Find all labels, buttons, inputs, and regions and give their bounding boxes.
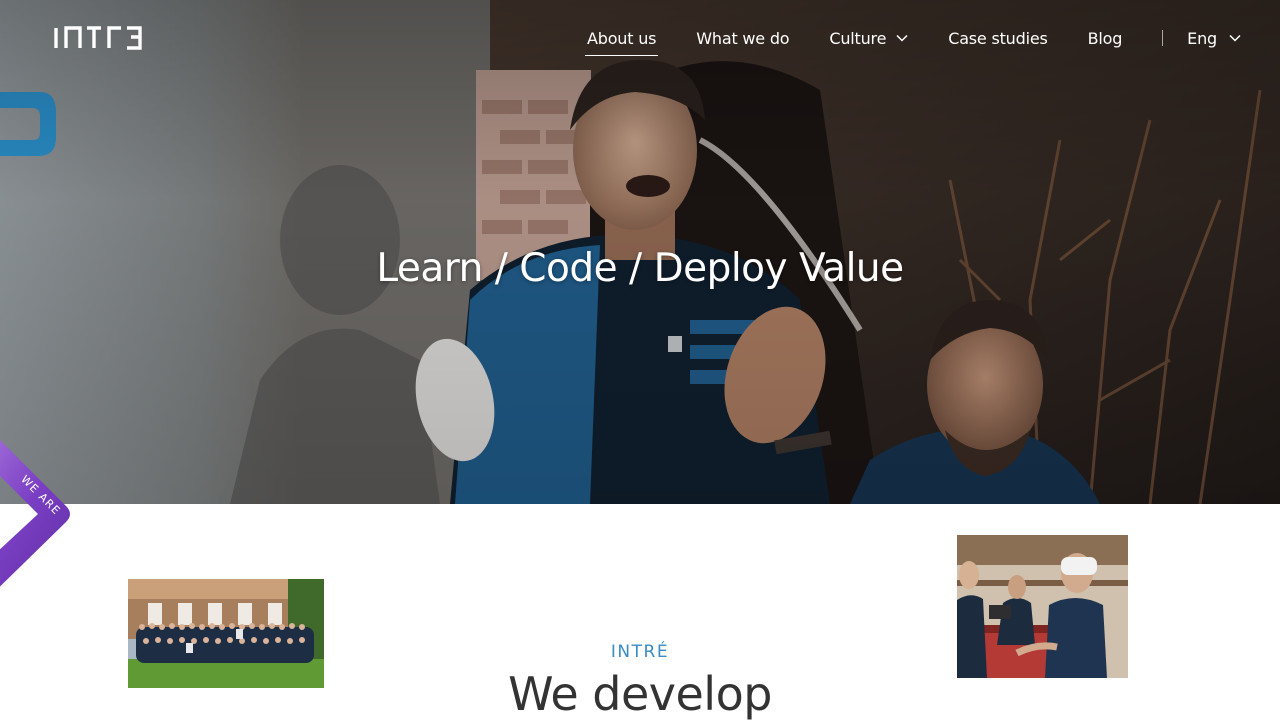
we-are-dnamic-badge[interactable]: WE ARE X DNAMIC xyxy=(0,440,72,610)
nav-item-label: About us xyxy=(587,28,657,48)
hero-section: About us What we do Culture Case studies… xyxy=(0,0,1280,504)
nav-item-case-studies[interactable]: Case studies xyxy=(948,28,1048,48)
nav-item-label: Culture xyxy=(829,28,887,48)
chevron-down-icon xyxy=(1229,34,1241,42)
nav-item-culture[interactable]: Culture xyxy=(829,29,908,48)
section-eyebrow: INTRÉ xyxy=(610,642,670,662)
chevron-down-icon xyxy=(896,34,908,42)
language-selector[interactable]: Eng xyxy=(1187,29,1241,48)
nav-divider xyxy=(1162,30,1164,46)
intre-logo[interactable] xyxy=(54,26,144,50)
nav-item-label: What we do xyxy=(696,28,790,48)
section-headline: We develop xyxy=(508,667,772,721)
hero-title: Learn / Code / Deploy Value xyxy=(376,246,904,291)
nav-item-label: Blog xyxy=(1087,28,1123,48)
main-navigation: About us What we do Culture Case studies… xyxy=(584,26,1241,56)
nav-item-label: Case studies xyxy=(948,28,1048,48)
nav-item-about-us[interactable]: About us xyxy=(584,28,659,56)
nav-item-blog[interactable]: Blog xyxy=(1088,29,1123,48)
language-label: Eng xyxy=(1187,28,1217,48)
nav-item-what-we-do[interactable]: What we do xyxy=(696,29,789,48)
